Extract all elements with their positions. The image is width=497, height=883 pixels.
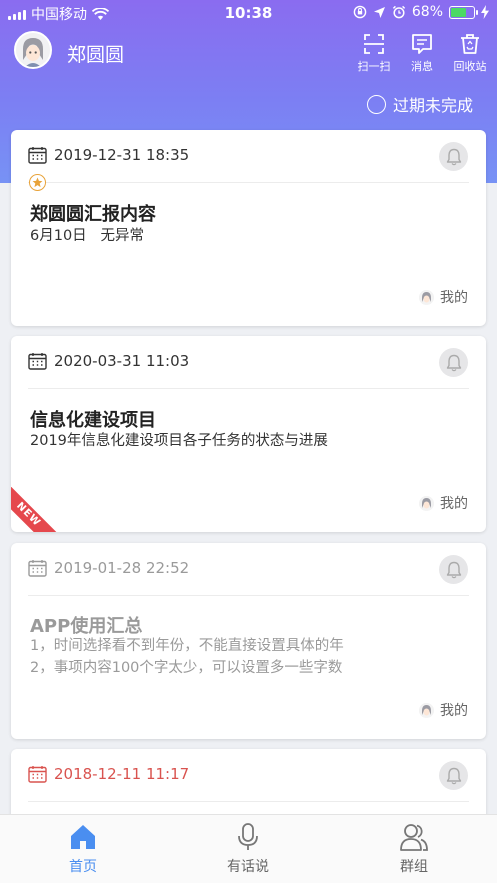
card-divider <box>28 595 469 596</box>
battery-percent: 68% <box>411 4 443 20</box>
card-divider <box>28 801 469 802</box>
card-datetime: 2019-01-28 22:52 <box>54 559 190 577</box>
message-button[interactable]: 消息 <box>400 32 444 74</box>
rotation-lock-icon <box>353 5 367 19</box>
card-datetime: 2019-12-31 18:35 <box>54 146 190 164</box>
card-date-row: 2019-01-28 22:52 <box>28 559 189 577</box>
card-owner: 我的 <box>419 700 468 720</box>
card-datetime: 2018-12-11 11:17 <box>54 765 190 783</box>
tab-home[interactable]: 首页 <box>23 822 143 876</box>
calendar-icon <box>28 560 47 577</box>
card-description-line-1: 1，时间选择看不到年份，不能直接设置具体的年 <box>30 638 344 654</box>
card-owner: 我的 <box>419 493 468 513</box>
status-bar: 中国移动 10:38 68% <box>0 0 497 26</box>
card-description: 2019年信息化建设项目各子任务的状态与进展 <box>30 433 328 449</box>
star-icon <box>29 174 46 191</box>
recycle-bin-icon <box>461 34 479 54</box>
reminder-button[interactable] <box>439 142 468 171</box>
tab-home-label: 首页 <box>69 859 97 875</box>
group-icon <box>400 824 428 851</box>
card-title: 信息化建设项目 <box>30 410 156 431</box>
charging-icon <box>481 5 489 19</box>
card-date-row: 2019-12-31 18:35 <box>28 146 189 164</box>
radio-circle-icon <box>366 94 386 114</box>
card-description-line-2: 2，事项内容100个字太少，可以设置多一些字数 <box>30 660 343 676</box>
task-card[interactable]: 2019-12-31 18:35 郑圆圆汇报内容 6月10日 无异常 我的 <box>11 130 486 326</box>
battery-icon <box>449 5 478 19</box>
owner-avatar <box>419 495 434 511</box>
recycle-bin-button[interactable]: 回收站 <box>448 32 492 74</box>
owner-label: 我的 <box>440 290 468 306</box>
top-bar: 郑圆圆 扫一扫 消息 回收站 <box>0 30 497 74</box>
overdue-filter-toggle[interactable]: 过期未完成 <box>366 92 473 116</box>
microphone-icon <box>238 823 258 850</box>
recycle-bin-label: 回收站 <box>453 60 487 73</box>
tab-group[interactable]: 群组 <box>354 822 474 876</box>
bell-icon <box>446 148 461 165</box>
battery-fill <box>451 7 466 17</box>
scan-icon <box>364 34 384 54</box>
card-divider <box>28 182 469 183</box>
avatar-image <box>16 33 50 67</box>
owner-label: 我的 <box>440 703 468 719</box>
status-indicators: 68% <box>353 4 489 20</box>
tab-talk[interactable]: 有话说 <box>188 822 308 876</box>
user-avatar[interactable] <box>14 31 52 69</box>
card-datetime: 2020-03-31 11:03 <box>54 352 190 370</box>
owner-label: 我的 <box>440 496 468 512</box>
card-date-row: 2018-12-11 11:17 <box>28 765 189 783</box>
tab-group-label: 群组 <box>400 859 428 875</box>
message-icon <box>412 34 432 54</box>
card-owner: 我的 <box>419 287 468 307</box>
calendar-icon <box>28 353 47 370</box>
task-card[interactable]: 2019-01-28 22:52 APP使用汇总 1，时间选择看不到年份，不能直… <box>11 543 486 739</box>
bottom-tab-bar: 首页 有话说 群组 <box>0 814 497 883</box>
scan-button[interactable]: 扫一扫 <box>352 32 396 74</box>
scan-label: 扫一扫 <box>357 60 391 73</box>
alarm-icon <box>392 5 406 19</box>
reminder-button[interactable] <box>439 761 468 790</box>
task-card[interactable]: 2020-03-31 11:03 信息化建设项目 2019年信息化建设项目各子任… <box>11 336 486 532</box>
new-badge: NEW <box>11 483 60 532</box>
filter-label: 过期未完成 <box>392 96 473 115</box>
card-divider <box>28 388 469 389</box>
calendar-icon <box>28 147 47 164</box>
card-title: 郑圆圆汇报内容 <box>30 204 156 225</box>
location-icon <box>373 6 385 18</box>
owner-avatar <box>419 702 434 718</box>
home-icon <box>71 825 95 849</box>
bell-icon <box>446 354 461 371</box>
card-date-row: 2020-03-31 11:03 <box>28 352 189 370</box>
owner-avatar <box>419 289 434 305</box>
user-name: 郑圆圆 <box>67 44 125 66</box>
bell-icon <box>446 561 461 578</box>
reminder-button[interactable] <box>439 348 468 377</box>
message-label: 消息 <box>411 60 433 73</box>
calendar-icon <box>28 766 47 783</box>
tab-talk-label: 有话说 <box>227 859 269 875</box>
reminder-button[interactable] <box>439 555 468 584</box>
bell-icon <box>446 767 461 784</box>
card-description: 6月10日 无异常 <box>30 228 145 244</box>
